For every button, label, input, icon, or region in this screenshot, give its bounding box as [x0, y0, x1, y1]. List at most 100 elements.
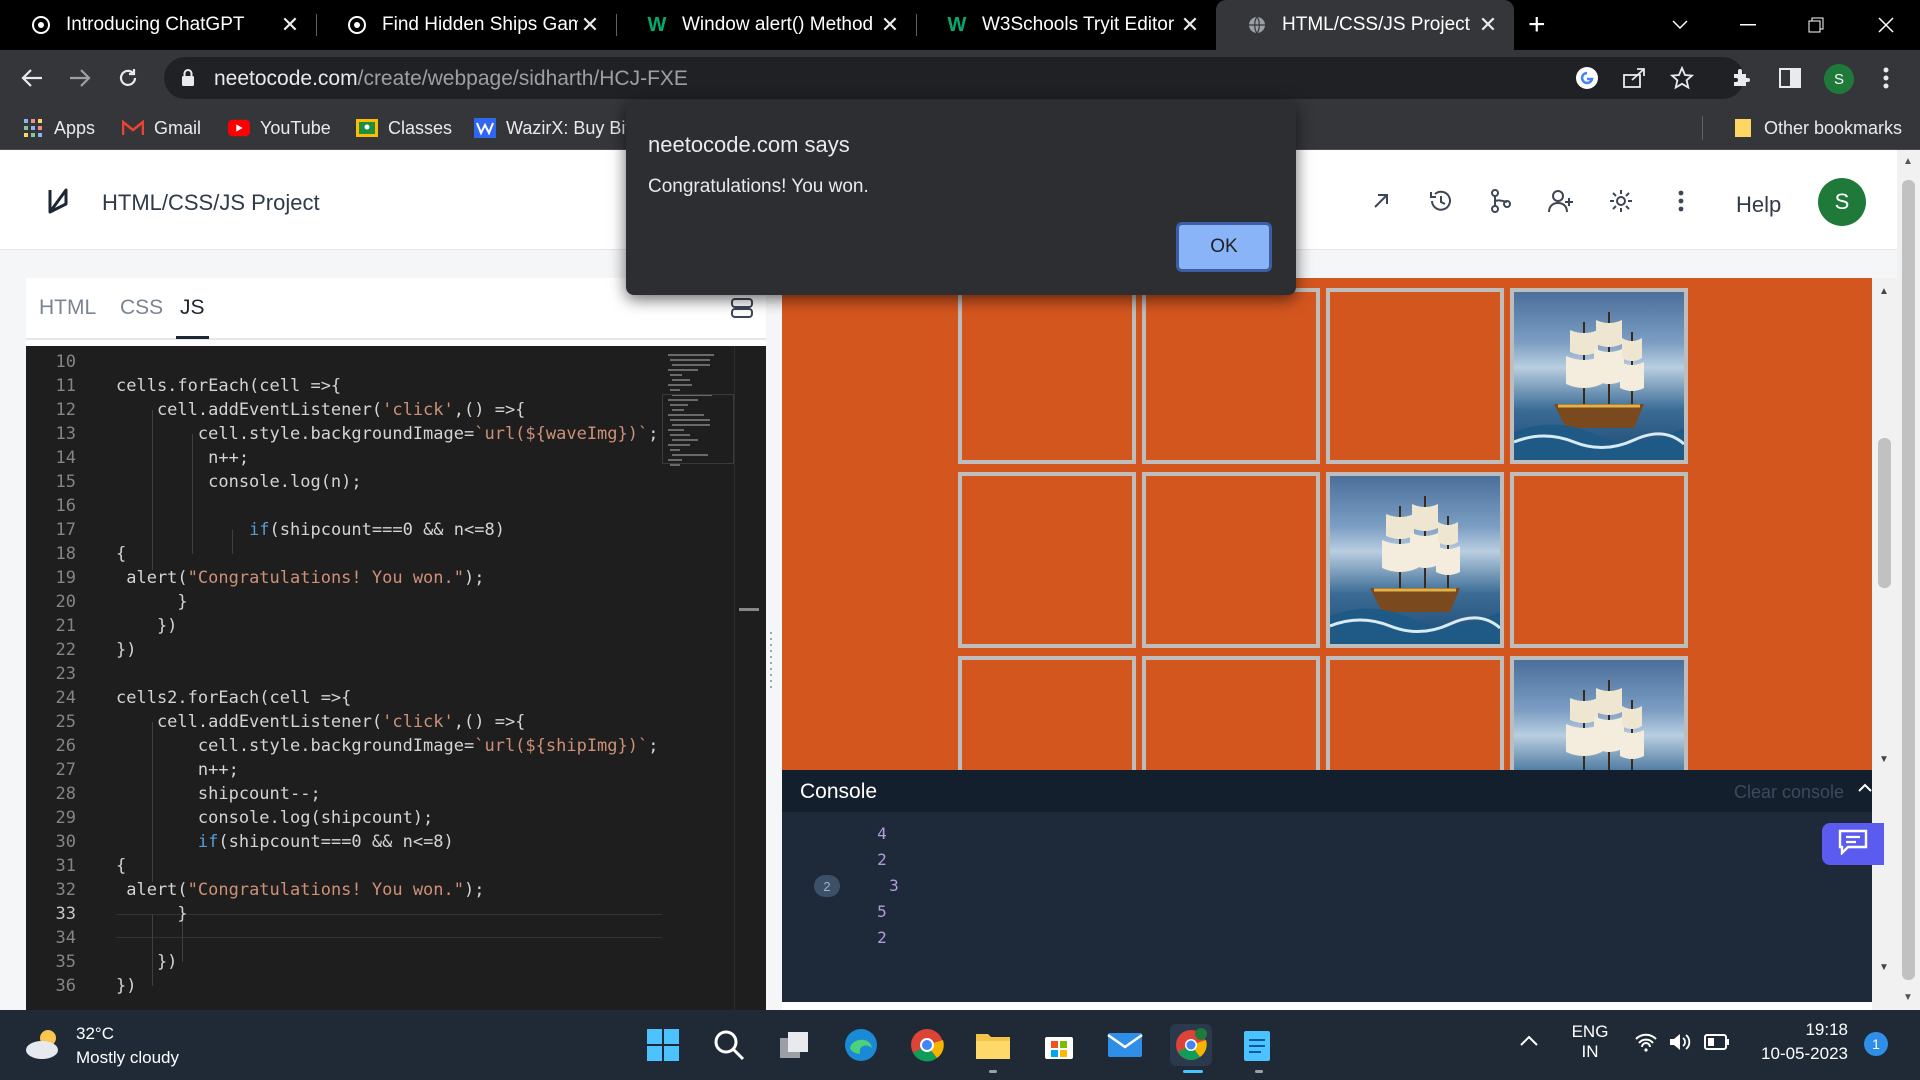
profile-avatar[interactable]: S	[1824, 64, 1854, 94]
bookmark-star-icon[interactable]	[1668, 64, 1696, 92]
back-arrow-icon[interactable]	[14, 60, 50, 96]
edge-browser-icon[interactable]	[840, 1024, 882, 1066]
console-input[interactable]	[782, 1002, 1872, 1010]
restore-icon[interactable]	[1786, 0, 1846, 50]
fork-branch-icon[interactable]	[1486, 186, 1516, 216]
code-line[interactable]: 31 {	[26, 854, 666, 878]
grid-cell[interactable]	[1142, 656, 1320, 770]
close-tab-icon[interactable]: ✕	[278, 12, 302, 38]
more-vertical-icon[interactable]	[1666, 186, 1696, 216]
grid-cell[interactable]	[1326, 656, 1504, 770]
tab-html[interactable]: HTML	[39, 296, 96, 320]
grid-cell[interactable]	[1326, 288, 1504, 464]
code-line[interactable]: 33 }	[26, 902, 666, 926]
code-line[interactable]: 18 {	[26, 542, 666, 566]
minimap-viewport[interactable]	[662, 394, 734, 464]
bookmark-wazirx[interactable]: WazirX: Buy Bit	[474, 116, 630, 140]
theme-sun-icon[interactable]	[1606, 186, 1636, 216]
code-line[interactable]: 28 shipcount--;	[26, 782, 666, 806]
chrome-profile-icon[interactable]	[1170, 1024, 1212, 1066]
close-window-icon[interactable]	[1856, 0, 1916, 50]
bookmark-gmail[interactable]: Gmail	[122, 116, 201, 140]
bookmark-apps[interactable]: Apps	[22, 116, 95, 140]
code-line[interactable]: 19 alert("Congratulations! You won.");	[26, 566, 666, 590]
notification-badge[interactable]: 1	[1864, 1032, 1888, 1056]
layout-toggle-icon[interactable]	[730, 296, 754, 325]
grid-cell-ship[interactable]	[1326, 472, 1504, 648]
grid-cell[interactable]	[1142, 472, 1320, 648]
user-avatar[interactable]: S	[1818, 178, 1866, 226]
page-scrollbar[interactable]: ▲ ▼	[1897, 150, 1920, 1010]
task-view-icon[interactable]	[774, 1024, 816, 1066]
grid-cell[interactable]	[1510, 472, 1688, 648]
google-lens-icon[interactable]	[1573, 64, 1601, 92]
file-explorer-icon[interactable]	[972, 1024, 1014, 1066]
ok-button[interactable]: OK	[1176, 222, 1272, 272]
tab-search-chevron-icon[interactable]	[1650, 0, 1710, 50]
battery-icon[interactable]	[1704, 1034, 1730, 1055]
browser-tab[interactable]: Find Hidden Ships Game ✕	[316, 0, 616, 50]
code-scrollbar[interactable]	[734, 346, 766, 1010]
add-collaborator-icon[interactable]	[1546, 186, 1576, 216]
browser-tab-active[interactable]: HTML/CSS/JS Project ✕	[1216, 0, 1514, 50]
wifi-icon[interactable]	[1634, 1032, 1658, 1057]
code-line[interactable]: 25 cell.addEventListener('click',() =>{	[26, 710, 666, 734]
code-line[interactable]: 10	[26, 350, 666, 374]
new-tab-button[interactable]: +	[1528, 0, 1568, 50]
code-line[interactable]: 27 n++;	[26, 758, 666, 782]
side-panel-icon[interactable]	[1776, 64, 1804, 92]
lock-icon[interactable]	[180, 68, 196, 93]
code-line[interactable]: 12 cell.addEventListener('click',() =>{	[26, 398, 666, 422]
code-line[interactable]: 35 })	[26, 950, 666, 974]
language-indicator[interactable]: ENG IN	[1568, 1022, 1612, 1062]
page-scroll-thumb[interactable]	[1902, 180, 1915, 980]
minimize-icon[interactable]	[1718, 0, 1778, 50]
notepad-icon[interactable]	[1236, 1024, 1278, 1066]
code-line[interactable]: 16	[26, 494, 666, 518]
tab-css[interactable]: CSS	[120, 296, 163, 320]
browser-tab[interactable]: W W3Schools Tryit Editor ✕	[916, 0, 1216, 50]
code-line[interactable]: 24 cells2.forEach(cell =>{	[26, 686, 666, 710]
extensions-icon[interactable]	[1728, 64, 1756, 92]
clear-console-button[interactable]: Clear console	[1734, 782, 1844, 803]
preview-scrollbar[interactable]: ▲ ▼	[1872, 278, 1897, 770]
code-line[interactable]: 21 })	[26, 614, 666, 638]
close-tab-icon[interactable]: ✕	[578, 12, 602, 38]
code-line[interactable]: 32 alert("Congratulations! You won.");	[26, 878, 666, 902]
grid-cell-ship[interactable]	[1510, 288, 1688, 464]
preview-scroll-thumb[interactable]	[1878, 438, 1891, 588]
address-bar[interactable]: neetocode.com/create/webpage/sidharth/HC…	[164, 57, 1744, 99]
close-tab-icon[interactable]: ✕	[1178, 12, 1202, 38]
code-line[interactable]: 29 console.log(shipcount);	[26, 806, 666, 830]
volume-icon[interactable]	[1668, 1032, 1692, 1057]
code-line[interactable]: 14 n++;	[26, 446, 666, 470]
forward-arrow-icon[interactable]	[62, 60, 98, 96]
code-line[interactable]: 36})	[26, 974, 666, 998]
close-tab-icon[interactable]: ✕	[878, 12, 902, 38]
grid-cell[interactable]	[1142, 288, 1320, 464]
code-line[interactable]: 26 cell.style.backgroundImage=`url(${shi…	[26, 734, 666, 758]
chevron-up-icon[interactable]	[1858, 780, 1872, 798]
grid-cell-ship[interactable]	[1510, 656, 1688, 770]
bookmark-youtube[interactable]: YouTube	[228, 116, 331, 140]
windows-start-icon[interactable]	[642, 1024, 684, 1066]
code-line[interactable]: 22})	[26, 638, 666, 662]
code-line[interactable]: 30 if(shipcount===0 && n<=8)	[26, 830, 666, 854]
clock[interactable]: 19:18 10-05-2023	[1752, 1020, 1848, 1064]
history-icon[interactable]	[1426, 186, 1456, 216]
code-line[interactable]: 17 if(shipcount===0 && n<=8)	[26, 518, 666, 542]
other-bookmarks[interactable]: Other bookmarks	[1732, 116, 1902, 140]
code-line[interactable]: 13 cell.style.backgroundImage=`url(${wav…	[26, 422, 666, 446]
neetocode-logo-icon[interactable]	[44, 186, 72, 221]
chrome-icon[interactable]	[906, 1024, 948, 1066]
code-line[interactable]: 23	[26, 662, 666, 686]
grid-cell[interactable]	[958, 656, 1136, 770]
tab-js[interactable]: JS	[176, 296, 208, 339]
feedback-chat-button[interactable]	[1822, 823, 1884, 865]
browser-tab[interactable]: Introducing ChatGPT ✕	[0, 0, 316, 50]
share-icon[interactable]	[1620, 64, 1648, 92]
reload-icon[interactable]	[110, 60, 146, 96]
code-area[interactable]: 10 11 cells.forEach(cell =>{12 cell.addEve…	[26, 346, 766, 1010]
code-minimap[interactable]	[662, 346, 734, 1010]
console-scrollbar[interactable]: ▼	[1872, 770, 1897, 1010]
